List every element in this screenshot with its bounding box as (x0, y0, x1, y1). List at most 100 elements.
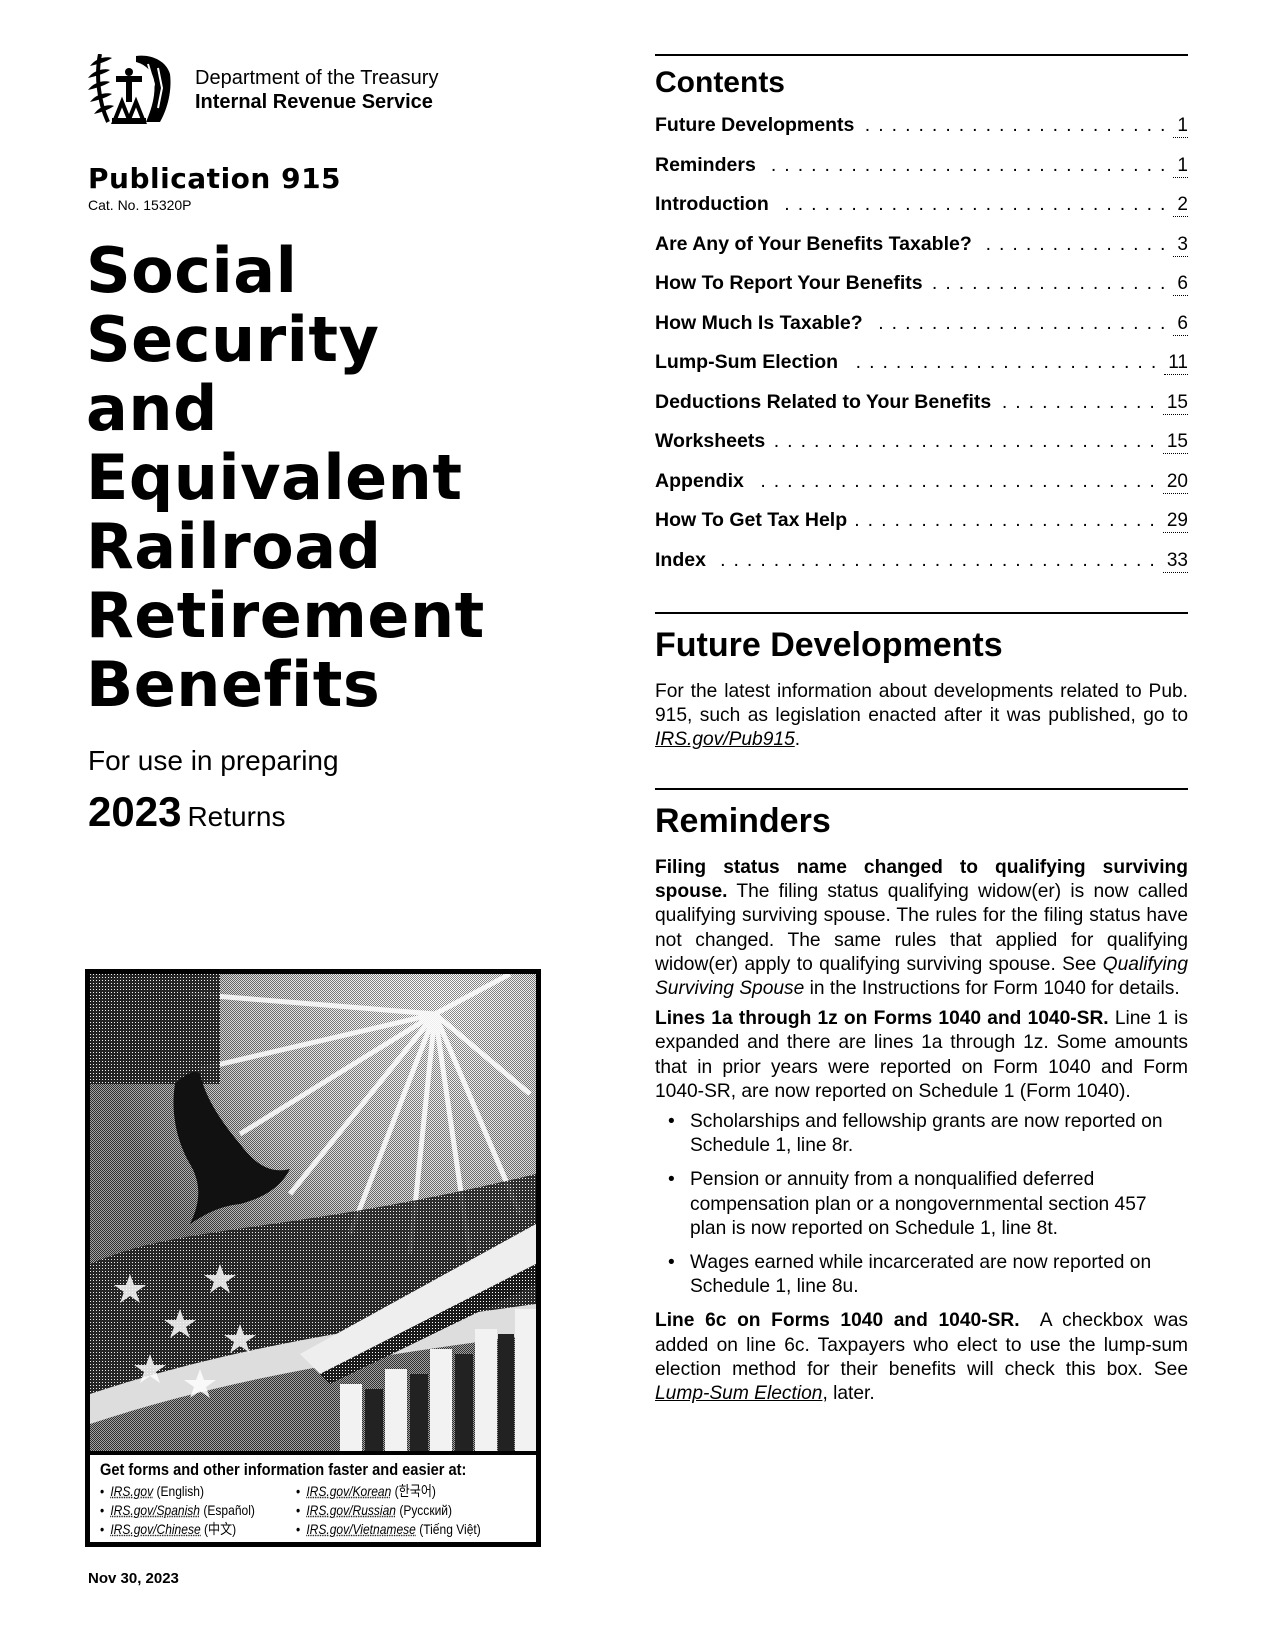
toc-page-number[interactable]: 6 (1177, 273, 1188, 294)
toc-item[interactable]: How Much Is Taxable?....................… (655, 312, 1188, 352)
language-label: (한국어) (394, 1483, 436, 1499)
lump-sum-election-link[interactable]: Lump-Sum Election (655, 1383, 822, 1404)
reminder-line-6c: Line 6c on Forms 1040 and 1040-SR. A che… (655, 1309, 1188, 1406)
toc-page-number[interactable]: 1 (1177, 115, 1188, 136)
bullet-item: • Scholarships and fellowship grants are … (655, 1110, 1188, 1158)
publication-title: Social Security and Equivalent Railroad … (86, 236, 485, 719)
toc-page-link[interactable]: 1 (1173, 115, 1188, 138)
reminder-title: Line 6c on Forms 1040 and 1040-SR. (655, 1310, 1020, 1332)
language-link-item: • IRS.gov/Korean (한국어) (296, 1482, 485, 1501)
toc-page-number[interactable]: 15 (1167, 392, 1188, 413)
toc-page-number[interactable]: 2 (1177, 194, 1188, 215)
irs-link-english[interactable]: IRS.gov (110, 1483, 153, 1499)
title-line: Social (86, 234, 298, 307)
for-use-text: For use in preparing (88, 745, 339, 776)
toc-item[interactable]: Appendix................................… (655, 470, 1188, 510)
body-text: For the latest information about develop… (655, 681, 1188, 727)
toc-page-link[interactable]: 29 (1162, 510, 1188, 533)
irs-link-korean[interactable]: IRS.gov/Korean (306, 1483, 391, 1499)
language-label: (Español) (203, 1502, 255, 1518)
toc-item-label: Are Any of Your Benefits Taxable? (655, 232, 972, 255)
irs-link-russian[interactable]: IRS.gov/Russian (306, 1502, 396, 1518)
agency-name-irs: Internal Revenue Service (195, 91, 433, 113)
bullet-text: Scholarships and fellowship grants are n… (690, 1111, 1163, 1157)
toc-item-label: How To Get Tax Help (655, 509, 848, 531)
toc-leader-dots: ........................................… (931, 272, 1174, 294)
toc-leader-dots: ........................................… (870, 311, 1174, 334)
toc-item-label: Index (655, 548, 706, 571)
toc-leader-dots: ........................................… (763, 153, 1174, 176)
toc-page-link[interactable]: 33 (1162, 550, 1188, 573)
toc-page-number[interactable]: 20 (1167, 471, 1188, 492)
bullet-text: Pension or annuity from a nonqualified d… (690, 1169, 1147, 1239)
reminders-body: Filing status name changed to qualifying… (655, 856, 1188, 1412)
language-label: (Tiếng Việt) (419, 1521, 481, 1537)
toc-leader-dots: ........................................… (980, 232, 1174, 255)
cover-box: Get forms and other information faster a… (85, 969, 541, 1547)
title-line: Retirement (86, 579, 485, 652)
pub915-link[interactable]: IRS.gov/Pub915 (655, 729, 795, 750)
info-box: Get forms and other information faster a… (100, 1460, 530, 1539)
toc-item[interactable]: Worksheets..............................… (655, 430, 1188, 470)
irs-link-vietnamese[interactable]: IRS.gov/Vietnamese (306, 1521, 416, 1537)
publication-number: Publication 915 (88, 162, 342, 195)
toc-leader-dots: ........................................… (777, 193, 1174, 215)
toc-item[interactable]: Index...................................… (655, 549, 1188, 589)
divider (655, 54, 1188, 56)
body-text: . (794, 729, 801, 751)
toc-page-link[interactable]: 20 (1162, 471, 1188, 494)
toc-item[interactable]: Are Any of Your Benefits Taxable?.......… (655, 233, 1188, 273)
toc-item[interactable]: Introduction............................… (655, 193, 1188, 233)
bullet-icon: • (296, 1521, 301, 1537)
irs-link-spanish[interactable]: IRS.gov/Spanish (110, 1502, 200, 1518)
toc-item[interactable]: Lump-Sum Election.......................… (655, 351, 1188, 391)
irs-eagle-logo-icon (86, 53, 172, 124)
info-title: Get forms and other information faster a… (100, 1460, 467, 1479)
toc-page-number[interactable]: 3 (1177, 234, 1188, 255)
divider (655, 612, 1188, 614)
toc-item-label: How To Report Your Benefits (655, 272, 923, 294)
bullet-item: • Pension or annuity from a nonqualified … (655, 1168, 1188, 1241)
reminder-title: Lines 1a through 1z on Forms 1040 and 10… (655, 1008, 1109, 1030)
toc-page-number[interactable]: 15 (1167, 431, 1188, 452)
toc-item[interactable]: How To Get Tax Help.....................… (655, 509, 1188, 549)
reminder-bullets: • Scholarships and fellowship grants are … (655, 1110, 1188, 1299)
language-link-item: • IRS.gov/Spanish (Español) (100, 1501, 269, 1520)
toc-leader-dots: ........................................… (773, 430, 1163, 452)
toc-item-label: How Much Is Taxable? (655, 311, 863, 334)
toc-page-link[interactable]: 6 (1173, 313, 1188, 336)
toc-leader-dots: ........................................… (751, 469, 1163, 492)
toc-page-link[interactable]: 6 (1173, 273, 1188, 296)
bullet-icon: • (100, 1521, 105, 1537)
toc-page-number[interactable]: 29 (1167, 510, 1188, 531)
irs-link-chinese[interactable]: IRS.gov/Chinese (110, 1521, 200, 1537)
toc-page-link[interactable]: 11 (1164, 352, 1188, 375)
toc-item[interactable]: Reminders...............................… (655, 154, 1188, 194)
toc-item[interactable]: Deductions Related to Your Benefits.....… (655, 391, 1188, 431)
toc-page-number[interactable]: 6 (1177, 313, 1188, 334)
body-text: in the Instructions for Form 1040 for de… (804, 978, 1180, 1000)
toc-item[interactable]: How To Report Your Benefits.............… (655, 272, 1188, 312)
toc-page-number[interactable]: 11 (1168, 352, 1188, 373)
catalog-number: Cat. No. 15320P (88, 197, 192, 213)
divider (655, 788, 1188, 790)
toc-page-link[interactable]: 2 (1173, 194, 1188, 217)
toc-item-label: Worksheets (655, 430, 766, 452)
bullet-icon: • (100, 1502, 105, 1518)
toc-page-number[interactable]: 33 (1167, 550, 1188, 571)
toc-page-link[interactable]: 15 (1162, 392, 1188, 415)
toc-item-label: Introduction (655, 193, 769, 215)
toc-page-link[interactable]: 15 (1162, 431, 1188, 454)
toc-page-number[interactable]: 1 (1177, 155, 1188, 176)
toc-leader-dots: ........................................… (855, 509, 1163, 531)
reminders-heading: Reminders (655, 802, 831, 840)
toc-page-link[interactable]: 1 (1173, 155, 1188, 178)
toc-item[interactable]: Future Developments.....................… (655, 114, 1188, 154)
tax-year-line: 2023 Returns (88, 788, 285, 836)
toc-page-link[interactable]: 3 (1173, 234, 1188, 257)
department-name: Department of the Treasury (195, 67, 439, 89)
toc-leader-dots: ........................................… (862, 114, 1174, 136)
bullet-icon: • (296, 1502, 301, 1518)
cover-illustration (90, 974, 536, 1455)
toc-item-label: Deductions Related to Your Benefits (655, 390, 992, 413)
